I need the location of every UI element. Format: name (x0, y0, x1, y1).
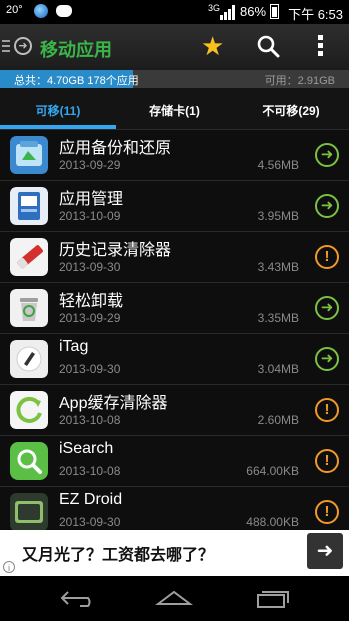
list-item[interactable]: 轻松卸载 2013-09-29 3.35MB ➜ (0, 283, 349, 334)
app-manager-icon (10, 187, 48, 225)
app-date: 2013-09-29 (59, 158, 121, 172)
app-header: ➜ 移动应用 ★ (0, 24, 349, 70)
warning-icon[interactable]: ! (315, 398, 339, 422)
app-size: 2.60MB (257, 413, 299, 427)
ad-text: 又月光了？工资都去哪了？ (22, 547, 215, 564)
navigation-bar (0, 576, 349, 621)
app-date: 2013-10-09 (59, 209, 121, 223)
back-circle-icon[interactable]: ➜ (14, 37, 32, 55)
arrow-right-icon[interactable]: ➜ (307, 533, 343, 569)
app-size: 664.00KB (246, 464, 299, 478)
storage-bar: 总共：4.70GB 178个应用 可用：2.91GB (0, 70, 349, 88)
app-size: 4.56MB (257, 158, 299, 172)
app-name: App缓存清除器 (59, 395, 168, 412)
app-size: 3.43MB (257, 260, 299, 274)
clock: 下午 6:53 (288, 7, 343, 22)
recycle-bin-icon (10, 289, 48, 327)
history-eraser-icon (10, 238, 48, 276)
list-item[interactable]: 历史记录清除器 2013-09-30 3.43MB ! (0, 232, 349, 283)
recent-apps-icon[interactable] (252, 586, 292, 610)
list-item[interactable]: App缓存清除器 2013-10-08 2.60MB ! (0, 385, 349, 436)
ad-banner[interactable]: 又月光了？工资都去哪了？ ➜ i (0, 530, 349, 576)
move-arrow-icon[interactable]: ➜ (315, 296, 339, 320)
app-size: 488.00KB (246, 515, 299, 529)
app-name: 历史记录清除器 (59, 242, 172, 259)
list-item[interactable]: 应用备份和还原 2013-09-29 4.56MB ➜ (0, 130, 349, 181)
status-bar: 20° 3G 86% 下午 6:53 (0, 0, 349, 24)
storage-total: 总共：4.70GB 178个应用 (14, 75, 139, 87)
warning-icon[interactable]: ! (315, 500, 339, 524)
battery-percent: 86% (240, 4, 267, 19)
app-date: 2013-10-08 (59, 413, 121, 427)
app-date: 2013-10-08 (59, 464, 121, 478)
warning-icon[interactable]: ! (315, 245, 339, 269)
globe-icon (34, 4, 48, 18)
list-item[interactable]: iSearch 2013-10-08 664.00KB ! (0, 436, 349, 487)
ez-droid-icon (10, 493, 48, 531)
app-list: 应用备份和还原 2013-09-29 4.56MB ➜ 应用管理 2013-10… (0, 130, 349, 538)
network-type: 3G (208, 3, 221, 13)
isearch-icon (10, 442, 48, 480)
home-icon[interactable] (154, 586, 194, 610)
app-name: iTag (59, 338, 89, 355)
move-arrow-icon[interactable]: ➜ (315, 347, 339, 371)
more-icon[interactable] (318, 35, 324, 59)
app-name: 轻松卸载 (59, 293, 124, 310)
back-icon[interactable] (58, 586, 98, 610)
menu-icon[interactable] (2, 40, 10, 55)
cache-cleaner-icon (10, 391, 48, 429)
list-item[interactable]: 应用管理 2013-10-09 3.95MB ➜ (0, 181, 349, 232)
tab-movable[interactable]: 可移(11) (0, 102, 116, 119)
tab-sdcard[interactable]: 存储卡(1) (116, 102, 233, 119)
app-name: iSearch (59, 440, 114, 457)
warning-icon[interactable]: ! (315, 449, 339, 473)
star-icon[interactable]: ★ (201, 32, 224, 60)
app-name: 应用备份和还原 (59, 140, 172, 157)
move-arrow-icon[interactable]: ➜ (315, 194, 339, 218)
app-date: 2013-09-30 (59, 515, 121, 529)
app-name: 应用管理 (59, 191, 124, 208)
app-date: 2013-09-29 (59, 311, 121, 325)
battery-icon (270, 4, 279, 19)
app-size: 3.35MB (257, 311, 299, 325)
app-date: 2013-09-30 (59, 260, 121, 274)
temperature-text: 20° (6, 4, 23, 16)
page-title: 移动应用 (40, 40, 112, 60)
storage-available: 可用：2.91GB (264, 75, 335, 87)
search-icon[interactable] (256, 34, 280, 58)
cat-icon (56, 5, 72, 17)
move-arrow-icon[interactable]: ➜ (315, 143, 339, 167)
app-date: 2013-09-30 (59, 362, 121, 376)
info-icon[interactable]: i (3, 561, 15, 573)
app-size: 3.04MB (257, 362, 299, 376)
app-name: EZ Droid (59, 491, 123, 508)
itag-icon (10, 340, 48, 378)
tab-unmovable[interactable]: 不可移(29) (233, 102, 349, 119)
backup-restore-icon (10, 136, 48, 174)
app-size: 3.95MB (257, 209, 299, 223)
list-item[interactable]: iTag 2013-09-30 3.04MB ➜ (0, 334, 349, 385)
tab-bar: 可移(11) 存储卡(1) 不可移(29) (0, 88, 349, 130)
